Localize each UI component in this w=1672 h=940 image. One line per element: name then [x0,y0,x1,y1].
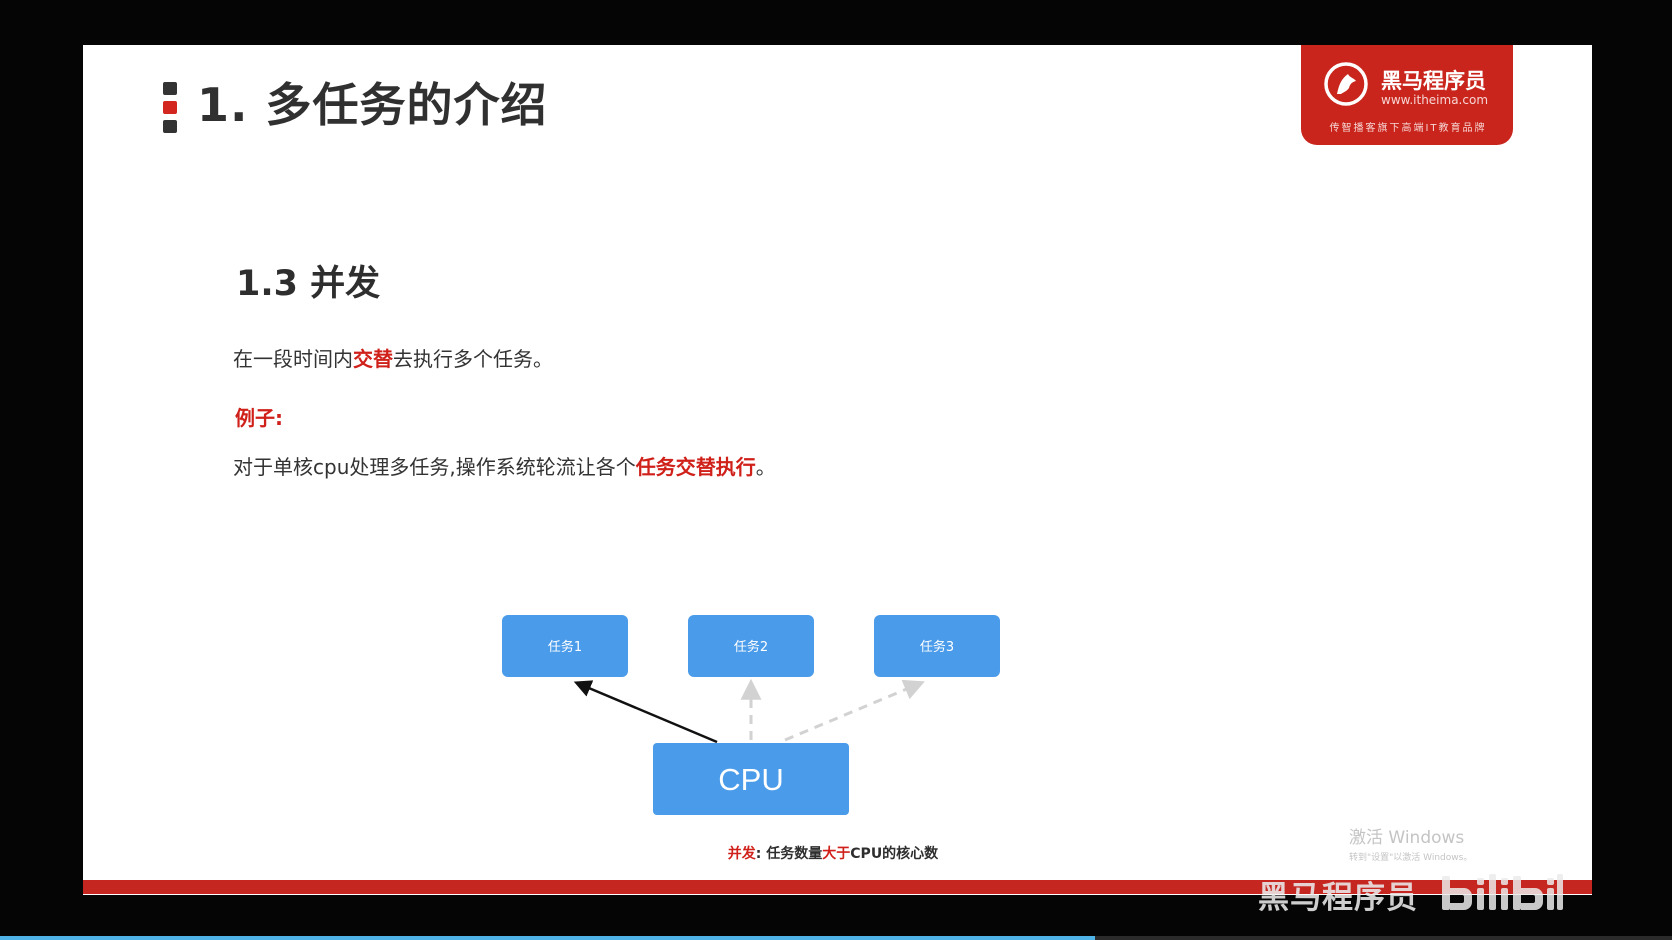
diagram-caption: 并发: 任务数量大于CPU的核心数 [633,843,1033,863]
task-label-3: 任务3 [920,639,954,655]
cpu-label: CPU [718,762,783,797]
caption-text-before: 任务数量 [766,846,823,862]
arrow-to-task-3 [784,679,925,742]
video-progress-fill [0,936,1096,940]
caption-colon: : [755,846,767,862]
caption-term: 并发 [727,846,756,862]
activate-subtitle: 转到"设置"以激活 Windows。 [1349,853,1473,863]
caption-text-after: CPU的核心数 [850,846,939,862]
concurrency-diagram: 任务1 任务2 任务3 CPU [502,615,1000,815]
task-box-1: 任务1 [502,615,628,677]
task-label-1: 任务1 [548,639,582,655]
video-progress-bar[interactable] [0,936,1672,940]
activate-windows-watermark: 激活 Windows 转到"设置"以激活 Windows。 [1349,823,1472,863]
activate-title: 激活 Windows [1349,828,1465,848]
task-box-3: 任务3 [874,615,1000,677]
slide: 1. 多任务的介绍 黑马程序员 www.itheima.com 传智播客旗下高端… [83,45,1592,895]
cpu-box: CPU [653,743,849,815]
task-arrows [573,678,925,744]
caption-highlight: 大于 [822,846,851,862]
brand-watermark: 黑马程序员 [1258,880,1418,916]
video-frame: 1. 多任务的介绍 黑马程序员 www.itheima.com 传智播客旗下高端… [0,0,1672,940]
task-label-2: 任务2 [734,639,768,655]
bilibili-logo-icon [1442,874,1563,910]
task-box-2: 任务2 [688,615,814,677]
task-boxes: 任务1 任务2 任务3 [502,615,1000,677]
arrow-to-task-1 [573,680,718,744]
